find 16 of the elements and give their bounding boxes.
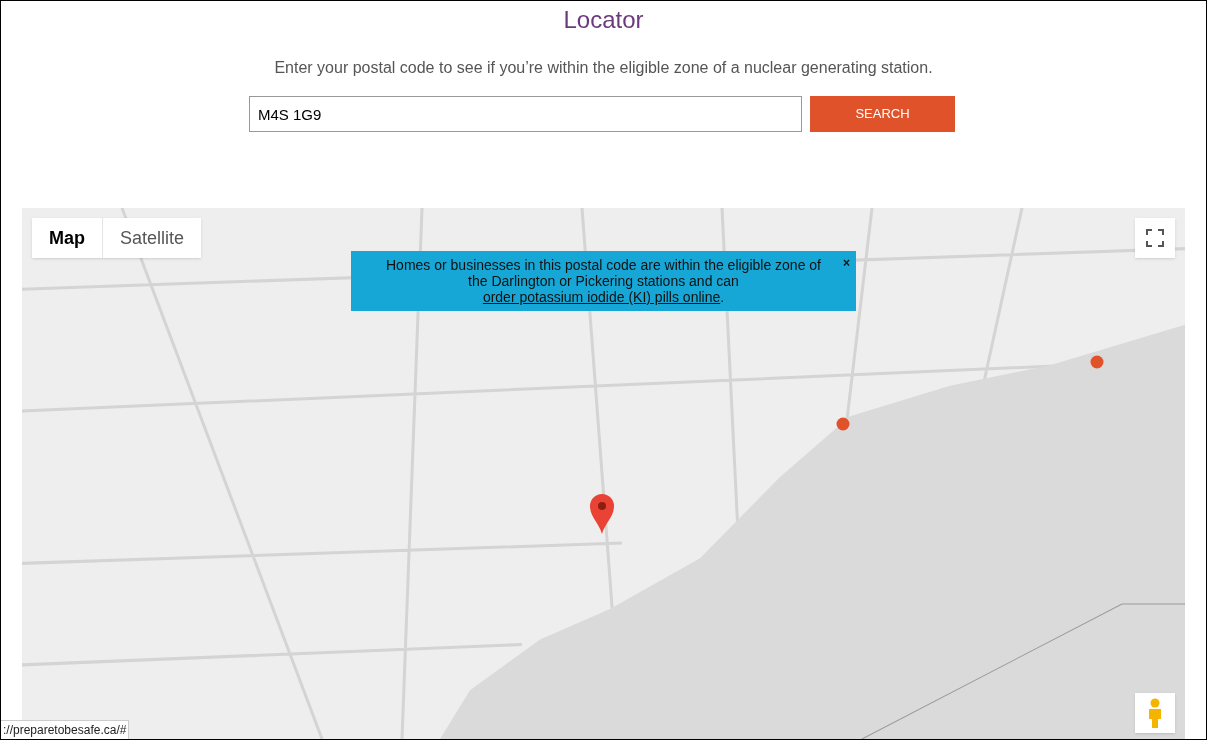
search-button[interactable]: SEARCH <box>810 96 955 132</box>
close-button[interactable]: × <box>843 254 850 272</box>
station-marker-icon <box>1090 355 1104 369</box>
fullscreen-button[interactable] <box>1135 218 1175 258</box>
fullscreen-icon <box>1146 229 1164 247</box>
map-type-tab[interactable]: Satellite <box>102 218 202 258</box>
page-title: Locator <box>563 5 644 35</box>
location-pin-icon <box>589 493 615 535</box>
map-type-tab[interactable]: Map <box>32 218 102 258</box>
postal-code-field[interactable]: M4S 1G9 <box>249 96 802 132</box>
intro-text: Enter your postal code to see if you’re within the eligible zone of a nuclear generating station. <box>274 58 933 78</box>
person-icon <box>1147 698 1163 728</box>
station-marker-icon <box>836 417 850 431</box>
status-bar: ://preparetobesafe.ca/# <box>1 720 130 739</box>
order-pills-link[interactable]: order potassium iodide (KI) pills online <box>482 289 721 305</box>
notice-text: Homes or businesses in this postal code are within the eligible zone of the Darlington or Pickering stations and can order potassium iodide (KI) pills online. <box>385 257 822 305</box>
